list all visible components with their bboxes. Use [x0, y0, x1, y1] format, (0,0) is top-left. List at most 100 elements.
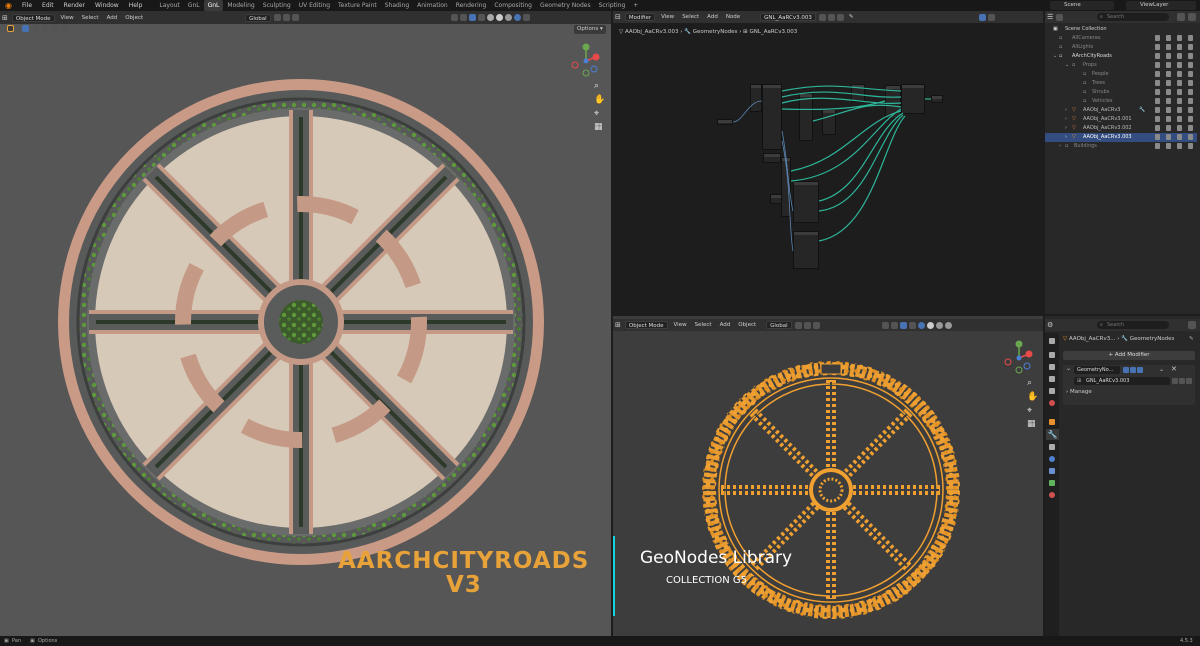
- tab-world-icon[interactable]: [1049, 400, 1055, 406]
- menu-window[interactable]: Window: [90, 2, 124, 9]
- viewport-right[interactable]: ⊞ Object Mode View Select Add Object Glo…: [613, 316, 1043, 636]
- shading-rendered-icon[interactable]: [944, 321, 952, 329]
- workspace-tab-uv-editing[interactable]: UV Editing: [295, 0, 334, 11]
- outliner-row[interactable]: ▣ Scene Collection: [1045, 25, 1197, 34]
- workspace-tab-rendering[interactable]: Rendering: [452, 0, 491, 11]
- outliner-row[interactable]: › ▽ AAObj_AaCRv3.002: [1045, 124, 1197, 133]
- overlay-toggle-icon[interactable]: [899, 321, 907, 329]
- mode-dropdown[interactable]: Object Mode: [624, 321, 668, 329]
- outliner-row[interactable]: ▫ Vehicles: [1045, 97, 1197, 106]
- gizmo-toggle-icon[interactable]: [459, 14, 467, 21]
- navigation-gizmo[interactable]: [999, 338, 1039, 378]
- gizmo-toggle-icon[interactable]: [890, 321, 898, 329]
- pause-icon[interactable]: [522, 14, 530, 21]
- view-layer-selector[interactable]: ViewLayer: [1126, 1, 1196, 10]
- workspace-tab-gnl[interactable]: GnL: [184, 0, 204, 11]
- menu-object[interactable]: Object: [734, 322, 760, 328]
- outliner[interactable]: ☰ ⌕ Search ▣ Scene Collection ▫ AllCameras…: [1045, 11, 1200, 314]
- tab-data-icon[interactable]: [1049, 480, 1055, 486]
- outliner-row[interactable]: ⌄ ▫ AArchCityRoads: [1045, 52, 1197, 61]
- outliner-row[interactable]: › ▽ AAObj_AaCRv3.001: [1045, 115, 1197, 124]
- tab-object-icon[interactable]: [1049, 419, 1055, 425]
- modifier-name-field[interactable]: GeometryNo...: [1074, 366, 1120, 374]
- outliner-type-icon[interactable]: ☰: [1045, 12, 1055, 22]
- tab-particles-icon[interactable]: [1049, 444, 1055, 450]
- outliner-row[interactable]: ⌄ ▫ Props: [1045, 61, 1197, 70]
- modifier-dropdown-icon[interactable]: ⌄: [1159, 366, 1164, 373]
- edit-mode-toggle-icon[interactable]: [1123, 367, 1129, 373]
- new-collection-icon[interactable]: [1188, 13, 1196, 21]
- outliner-row[interactable]: ▫ AllCameras: [1045, 34, 1197, 43]
- expand-chevron-icon[interactable]: ›: [1065, 115, 1067, 124]
- shading-wireframe-icon[interactable]: [486, 14, 494, 21]
- tab-view-layer-icon[interactable]: [1049, 376, 1055, 382]
- collapse-chevron-icon[interactable]: ⌄: [1066, 365, 1071, 372]
- fake-user-icon[interactable]: [1172, 378, 1178, 384]
- xray-icon[interactable]: [477, 14, 485, 21]
- shading-solid-icon[interactable]: [495, 14, 503, 21]
- render-toggle-icon[interactable]: [1137, 367, 1143, 373]
- camera-view-icon[interactable]: ⌖: [594, 109, 599, 119]
- workspace-tab-scripting[interactable]: Scripting: [595, 0, 630, 11]
- navigation-gizmo[interactable]: [566, 41, 606, 81]
- workspace-tab-modeling[interactable]: Modeling: [223, 0, 258, 11]
- properties-panel[interactable]: ⚙ ⌕ Search 🔧 ▽ AAObj_AaCRv3... › 🔧 Geome…: [1045, 316, 1200, 636]
- display-mode-icon[interactable]: [1056, 13, 1064, 21]
- workspace-tab-gnl-active[interactable]: GnL: [203, 0, 224, 11]
- orientation-dropdown[interactable]: Global: [245, 13, 271, 22]
- expand-chevron-icon[interactable]: ›: [1059, 142, 1061, 151]
- outliner-row-selected[interactable]: › ▽ AAObj_AaCRv3.003: [1045, 133, 1197, 142]
- expand-chevron-icon[interactable]: ›: [1065, 124, 1067, 133]
- tab-render-icon[interactable]: [1049, 352, 1055, 358]
- outliner-row[interactable]: ▫ People: [1045, 70, 1197, 79]
- shading-material-icon[interactable]: [504, 14, 512, 21]
- options-icon[interactable]: [1188, 321, 1196, 329]
- menu-help[interactable]: Help: [124, 2, 148, 9]
- options-button[interactable]: Options ▾: [574, 25, 606, 34]
- expand-chevron-icon[interactable]: ⌄: [1065, 61, 1069, 70]
- shading-material-icon[interactable]: [935, 321, 943, 329]
- viewport-toggle-icon[interactable]: [1130, 367, 1136, 373]
- pivot-icon[interactable]: [273, 14, 281, 21]
- add-workspace-button[interactable]: +: [629, 0, 642, 11]
- orientation-dropdown[interactable]: Global: [766, 321, 792, 329]
- outliner-row[interactable]: ▫ Shrubs: [1045, 88, 1197, 97]
- camera-view-icon[interactable]: ⌖: [1027, 406, 1032, 416]
- outliner-row[interactable]: › ▽ AAObj_AaCRv3 🔧: [1045, 106, 1197, 115]
- filter-icon[interactable]: [1177, 13, 1185, 21]
- workspace-tab-shading[interactable]: Shading: [381, 0, 413, 11]
- tab-physics-icon[interactable]: [1049, 456, 1055, 462]
- viewport-left[interactable]: ⊞ Object Mode View Select Add Object Glo…: [0, 11, 611, 636]
- workspace-tab-geometry-nodes[interactable]: Geometry Nodes: [536, 0, 595, 11]
- menu-select[interactable]: Select: [691, 322, 716, 328]
- pivot-icon[interactable]: [794, 321, 802, 329]
- workspace-tab-layout[interactable]: Layout: [155, 0, 183, 11]
- menu-add[interactable]: Add: [716, 322, 735, 328]
- manage-section[interactable]: › Manage: [1066, 389, 1092, 395]
- tab-constraints-icon[interactable]: [1049, 468, 1055, 474]
- select-invert-icon[interactable]: [52, 25, 59, 32]
- mode-dropdown[interactable]: Object Mode: [11, 13, 55, 22]
- grid-view-icon[interactable]: ▦: [1027, 419, 1036, 429]
- tab-output-icon[interactable]: [1049, 364, 1055, 370]
- properties-search[interactable]: ⌕ Search: [1097, 321, 1169, 329]
- shading-wireframe-icon[interactable]: [917, 321, 925, 329]
- menu-render[interactable]: Render: [59, 2, 90, 9]
- expand-chevron-icon[interactable]: ⌄: [1053, 52, 1057, 61]
- duplicate-icon[interactable]: [1179, 378, 1185, 384]
- tab-modifier-icon[interactable]: 🔧: [1046, 429, 1059, 440]
- unlink-icon[interactable]: [1186, 378, 1192, 384]
- outliner-search[interactable]: ⌕ Search: [1097, 13, 1169, 21]
- select-subtract-icon[interactable]: [42, 25, 49, 32]
- menu-object[interactable]: Object: [121, 15, 147, 21]
- visibility-icon[interactable]: [450, 14, 458, 21]
- zoom-icon[interactable]: ⌕: [1027, 378, 1032, 388]
- remove-modifier-icon[interactable]: ✕: [1171, 365, 1177, 373]
- workspace-tab-sculpting[interactable]: Sculpting: [259, 0, 295, 11]
- grid-view-icon[interactable]: ▦: [594, 122, 603, 132]
- tab-material-icon[interactable]: [1049, 492, 1055, 498]
- cursor-tool-icon[interactable]: [7, 25, 14, 32]
- shading-solid-icon[interactable]: [926, 321, 934, 329]
- workspace-tab-animation[interactable]: Animation: [413, 0, 452, 11]
- overlay-toggle-icon[interactable]: [468, 14, 476, 21]
